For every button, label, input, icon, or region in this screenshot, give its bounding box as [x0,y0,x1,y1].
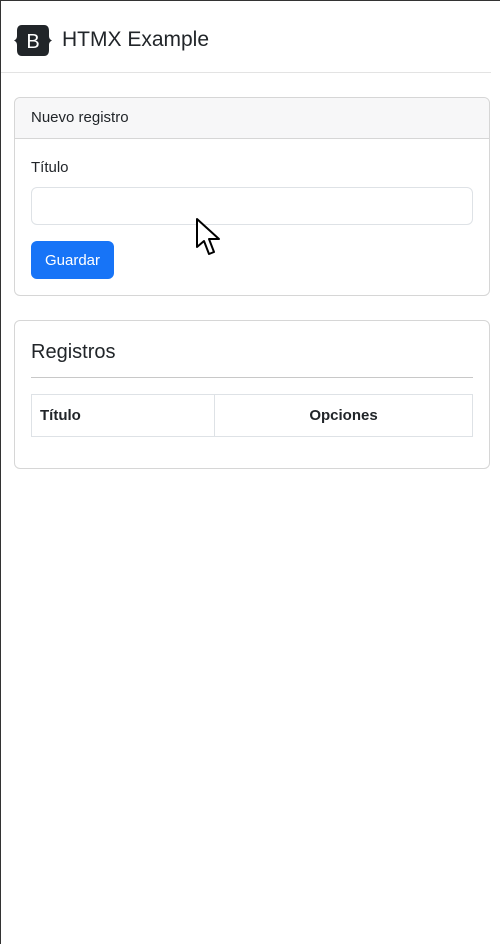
records-card: Registros Título Opciones [14,320,490,469]
save-button[interactable]: Guardar [31,241,114,279]
browser-viewport: B HTMX Example Nuevo registro Título Gua… [0,0,500,944]
title-field-label: Título [31,159,69,176]
title-input[interactable] [31,187,473,225]
records-divider [31,377,473,378]
new-record-header: Nuevo registro [15,98,489,139]
column-header-options: Opciones [214,394,473,437]
records-heading: Registros [31,341,116,363]
bootstrap-logo-icon: B [14,24,52,56]
column-header-title: Título [31,394,215,437]
brand-link[interactable]: B HTMX Example [14,23,209,57]
table-header-row: Título Opciones [31,394,473,437]
records-table: Título Opciones [31,394,473,437]
navbar: B HTMX Example [1,1,491,73]
brand-logo-letter: B [26,31,39,53]
mouse-pointer-icon [196,218,220,255]
brand-title: HTMX Example [62,28,210,51]
new-record-card: Nuevo registro Título Guardar [14,97,490,296]
